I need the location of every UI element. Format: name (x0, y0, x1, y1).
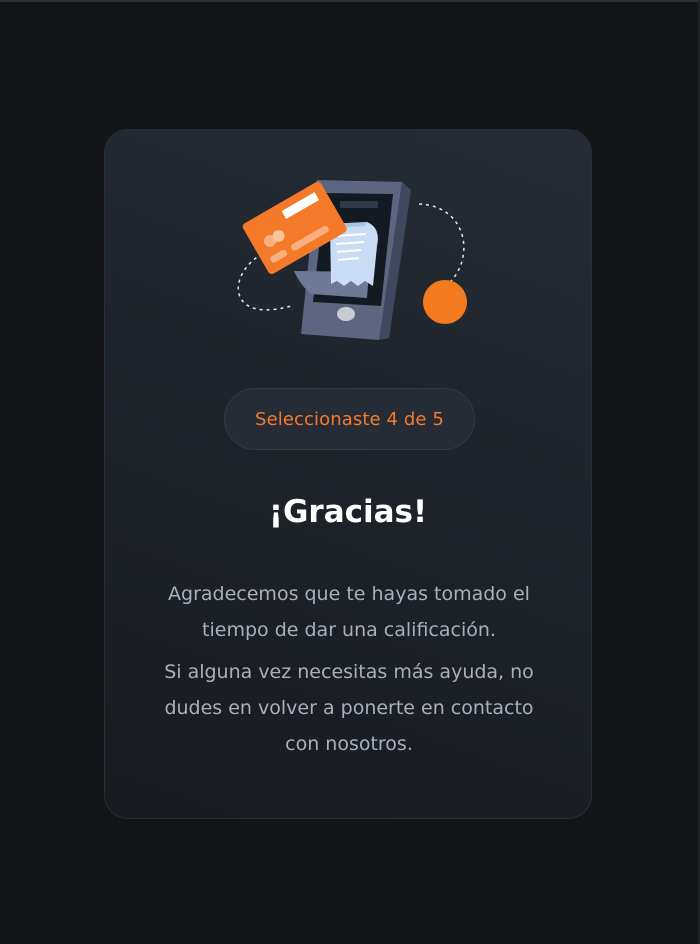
window-top-border (0, 0, 700, 2)
thanks-message: Agradecemos que te hayas tomado el tiemp… (168, 583, 530, 641)
payment-phone-illustration-icon (237, 180, 467, 340)
rating-selected-badge: Seleccionaste 4 de 5 (224, 388, 475, 450)
thank-you-card: Seleccionaste 4 de 5 ¡Gracias! Agradecem… (104, 129, 592, 819)
contact-message: Si alguna vez necesitas más ayuda, no du… (164, 661, 534, 755)
thank-you-title: ¡Gracias! (268, 494, 428, 530)
